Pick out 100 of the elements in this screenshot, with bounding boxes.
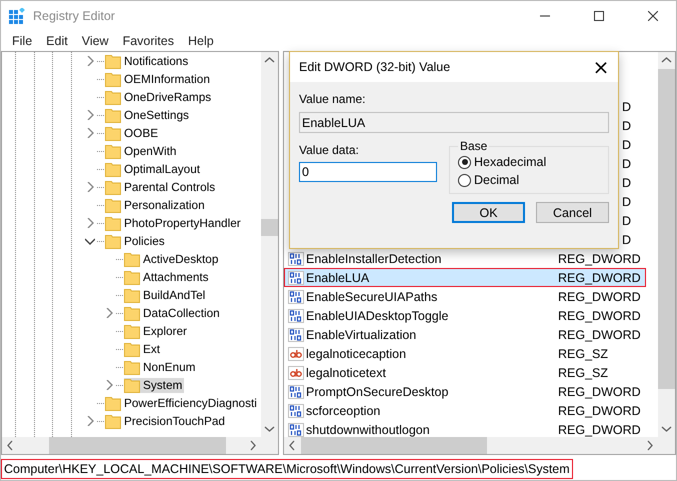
tree-item-label[interactable]: Explorer (143, 324, 187, 338)
maximize-icon (594, 11, 604, 21)
menu-item[interactable]: Help (180, 34, 221, 48)
menu-item[interactable]: File (5, 34, 40, 48)
radio-icon[interactable] (458, 156, 471, 168)
vertical-scrollbar[interactable] (658, 52, 675, 437)
value-name[interactable]: EnableSecureUIAPaths (284, 290, 554, 304)
tree-item-label[interactable]: Notifications (124, 54, 188, 68)
scrollbar-thumb[interactable] (49, 437, 226, 454)
value-type: REG_DWORD (558, 384, 641, 398)
folder-icon (124, 342, 140, 356)
tree-item-label[interactable]: DataCollection (143, 306, 220, 320)
value-type: REG_DWORD (558, 290, 641, 304)
tree-item-label[interactable]: System (143, 378, 182, 392)
horizontal-scrollbar[interactable] (2, 437, 261, 454)
horizontal-scrollbar[interactable] (284, 437, 658, 454)
folder-icon (124, 360, 140, 374)
tree-item-label[interactable]: Attachments (143, 270, 209, 284)
tree-item-label[interactable]: PhotoPropertyHandler (124, 216, 241, 230)
tree-item-label[interactable]: Ext (143, 342, 160, 356)
folder-icon (124, 378, 140, 392)
folder-icon (105, 54, 121, 68)
radio-option[interactable]: Hexadecimal (458, 155, 600, 169)
tree-item-label[interactable]: OptimalLayout (124, 162, 200, 176)
value-type: REG_DWORD (558, 308, 641, 322)
binary-value-icon (288, 328, 304, 342)
base-label: Base (459, 139, 488, 153)
radio-icon[interactable] (458, 174, 471, 186)
folder-icon (105, 396, 121, 410)
chevron-right-icon[interactable] (85, 182, 95, 192)
tree-item-label[interactable]: Personalization (124, 198, 205, 212)
string-value-icon (288, 346, 304, 360)
tree-item-label[interactable]: OpenWith (124, 144, 176, 158)
value-name[interactable]: legalnoticetext (284, 366, 554, 380)
value-type: D (622, 100, 632, 114)
dialog-title: Edit DWORD (32-bit) Value (299, 60, 452, 74)
scrollbar-thumb[interactable] (658, 69, 675, 389)
binary-value-icon (288, 252, 304, 266)
chevron-right-icon[interactable] (85, 56, 95, 66)
selected-value-row[interactable]: EnableLUA REG_DWORD (284, 268, 646, 287)
value-name[interactable]: EnableLUA (284, 270, 554, 284)
tree-item-label[interactable]: PowerEfficiencyDiagnosti (124, 396, 257, 410)
menu-item[interactable]: Edit (39, 34, 75, 48)
chevron-right-icon[interactable] (85, 110, 95, 120)
value-type: D (622, 138, 632, 152)
tree-item-label[interactable]: OneDriveRamps (124, 90, 212, 104)
tree-item-label[interactable]: ActiveDesktop (143, 252, 218, 266)
value-name[interactable]: EnableInstallerDetection (284, 252, 554, 266)
close-icon (648, 11, 658, 21)
folder-icon (105, 144, 121, 158)
tree-item-label[interactable]: NonEnum (143, 360, 196, 374)
chevron-right-icon[interactable] (85, 218, 95, 228)
chevron-right-icon[interactable] (104, 380, 114, 390)
vertical-scrollbar[interactable] (261, 52, 278, 437)
binary-value-icon (288, 404, 304, 418)
value-name-field[interactable]: EnableLUA (299, 112, 609, 133)
selected-tree-item[interactable]: System (124, 378, 184, 392)
tree-item-label[interactable]: OEMInformation (124, 72, 210, 86)
tree-item-label[interactable]: BuildAndTel (143, 288, 206, 302)
value-name[interactable]: shutdownwithoutlogon (284, 422, 554, 436)
value-name[interactable]: PromptOnSecureDesktop (284, 384, 554, 398)
binary-value-icon (288, 290, 304, 304)
folder-icon (124, 270, 140, 284)
binary-value-icon (288, 308, 304, 322)
folder-icon (105, 90, 121, 104)
menu-item[interactable]: Favorites (116, 34, 181, 48)
value-type: REG_DWORD (558, 422, 641, 436)
folder-icon (105, 198, 121, 212)
radio-option[interactable]: Decimal (458, 173, 600, 187)
value-type: D (622, 176, 632, 190)
value-name-label: Value name: (299, 92, 366, 106)
window-title: Registry Editor (33, 9, 116, 23)
close-button[interactable]: × (584, 52, 618, 82)
chevron-right-icon[interactable] (85, 416, 95, 426)
value-type: D (622, 156, 632, 170)
cancel-button[interactable]: Cancel (536, 202, 609, 223)
ok-button[interactable]: OK (452, 202, 525, 223)
value-type: REG_DWORD (558, 404, 641, 418)
chevron-right-icon[interactable] (104, 308, 114, 318)
tree-item-label[interactable]: PrecisionTouchPad (124, 414, 225, 428)
value-data-label: Value data: (299, 143, 360, 157)
value-name[interactable]: legalnoticecaption (284, 346, 554, 360)
scrollbar-thumb[interactable] (301, 437, 487, 454)
value-type: REG_DWORD (558, 270, 641, 284)
tree-item-label[interactable]: Policies (124, 234, 165, 248)
folder-icon (105, 162, 121, 176)
chevron-right-icon[interactable] (85, 128, 95, 138)
tree-item-label[interactable]: OneSettings (124, 108, 189, 122)
folder-icon (105, 216, 121, 230)
value-data-field[interactable]: 0 (299, 162, 437, 182)
tree-item-label[interactable]: Parental Controls (124, 180, 216, 194)
value-name[interactable]: scforceoption (284, 404, 554, 418)
binary-value-icon (288, 270, 304, 284)
tree-item-label[interactable]: OOBE (124, 126, 158, 140)
scrollbar-thumb[interactable] (261, 219, 278, 236)
folder-icon (105, 72, 121, 86)
menu-item[interactable]: View (74, 34, 116, 48)
value-name[interactable]: EnableVirtualization (284, 328, 554, 342)
chevron-down-icon[interactable] (85, 236, 95, 246)
value-name[interactable]: EnableUIADesktopToggle (284, 308, 554, 322)
